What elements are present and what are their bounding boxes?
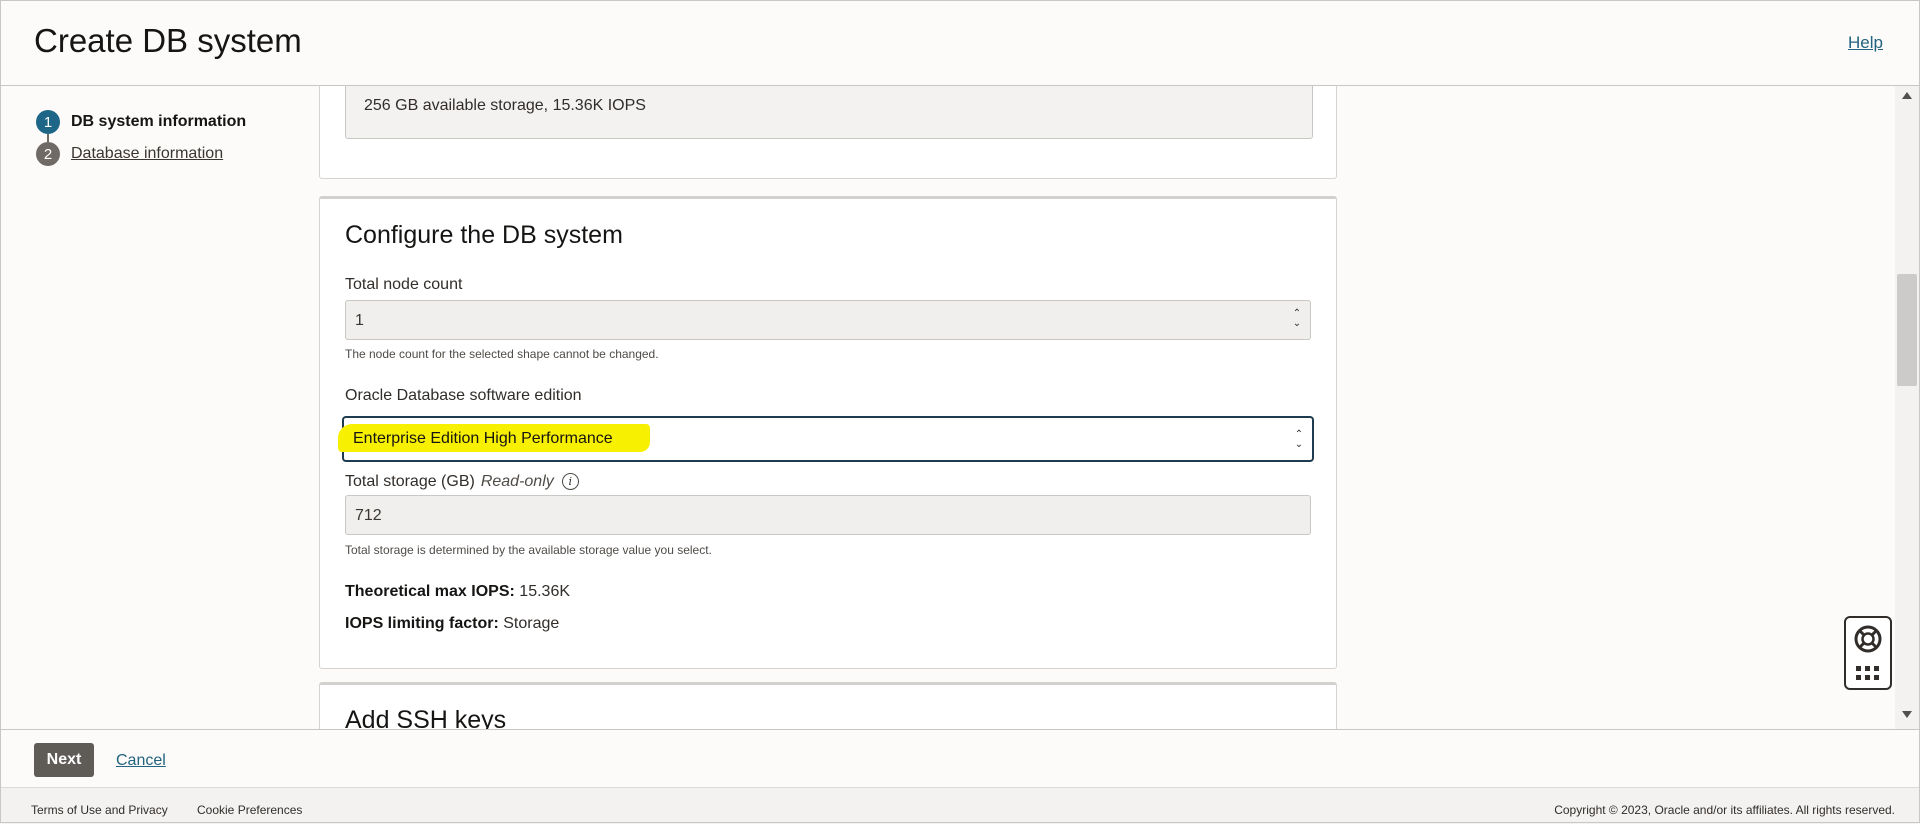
limiting-label: IOPS limiting factor: <box>345 615 499 632</box>
iops-metric: Theoretical max IOPS: 15.36K <box>345 583 570 601</box>
node-count-help: The node count for the selected shape ca… <box>345 347 659 361</box>
iops-label: Theoretical max IOPS: <box>345 583 515 600</box>
page-header: Create DB system Help <box>0 0 1920 86</box>
help-widget[interactable] <box>1844 616 1892 690</box>
main-content: 256 GB available storage, 15.36K IOPS Co… <box>0 86 1920 729</box>
info-icon[interactable]: i <box>561 473 579 491</box>
iops-value: 15.36K <box>519 583 571 600</box>
scrollbar[interactable] <box>1895 86 1920 729</box>
available-storage-option[interactable]: 256 GB available storage, 15.36K IOPS <box>345 86 1313 139</box>
storage-label-row: Total storage (GB) Read-only i <box>345 473 579 491</box>
storage-summary: 256 GB available storage, 15.36K IOPS <box>364 97 646 114</box>
storage-card: 256 GB available storage, 15.36K IOPS <box>319 86 1337 179</box>
configure-db-system-card: Configure the DB system Total node count… <box>319 196 1337 669</box>
edition-select[interactable]: Enterprise Edition High Performance ⌃ ⌄ <box>338 416 1314 462</box>
total-storage-input: 712 <box>345 495 1311 535</box>
node-count-value: 1 <box>355 312 364 329</box>
grid-icon[interactable] <box>1856 666 1880 680</box>
node-count-input[interactable]: 1 ⌃ ⌄ <box>345 300 1311 340</box>
total-storage-value: 712 <box>355 507 382 524</box>
ssh-keys-card: Add SSH keys <box>319 682 1337 729</box>
spinner-icon[interactable]: ⌃ ⌄ <box>1293 430 1305 450</box>
node-count-label: Total node count <box>345 276 463 293</box>
spinner-icon[interactable]: ⌃ ⌄ <box>1291 309 1303 329</box>
edition-value: Enterprise Edition High Performance <box>353 430 613 447</box>
limiting-value: Storage <box>503 615 560 632</box>
section-title: Configure the DB system <box>345 221 623 249</box>
page-title: Create DB system <box>34 22 302 59</box>
limiting-metric: IOPS limiting factor: Storage <box>345 615 559 633</box>
cookie-preferences-link[interactable]: Cookie Preferences <box>197 803 302 817</box>
next-button[interactable]: Next <box>34 743 94 777</box>
terms-link[interactable]: Terms of Use and Privacy <box>31 803 168 817</box>
action-bar: Next Cancel <box>0 729 1920 788</box>
copyright-text: Copyright © 2023, Oracle and/or its affi… <box>1554 803 1895 817</box>
lifebuoy-icon[interactable] <box>1853 624 1883 654</box>
scroll-up-icon[interactable] <box>1902 92 1912 99</box>
page-footer: Terms of Use and Privacy Cookie Preferen… <box>0 787 1920 824</box>
ssh-section-title: Add SSH keys <box>345 706 507 729</box>
scroll-thumb[interactable] <box>1897 274 1917 386</box>
storage-help: Total storage is determined by the avail… <box>345 543 712 557</box>
scroll-down-icon[interactable] <box>1902 711 1912 718</box>
help-link[interactable]: Help <box>1848 33 1883 53</box>
readonly-label: Read-only <box>480 473 554 490</box>
edition-label: Oracle Database software edition <box>345 387 582 404</box>
storage-label: Total storage (GB) <box>345 473 475 490</box>
cancel-link[interactable]: Cancel <box>116 752 166 770</box>
